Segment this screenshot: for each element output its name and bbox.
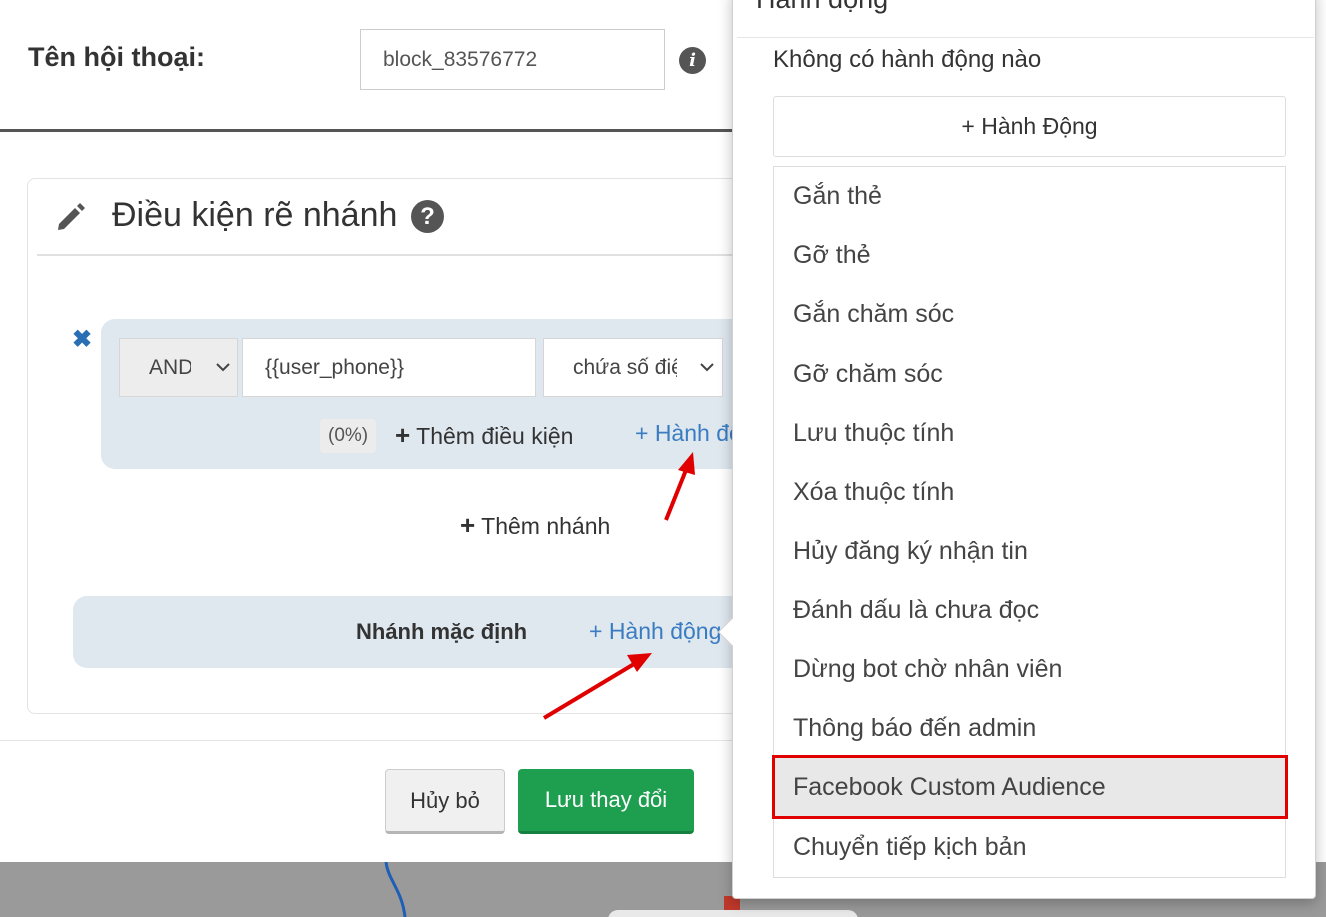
popover-title-divider [737,37,1314,38]
no-actions-text: Không có hành động nào [773,46,1042,73]
action-option-remove-tag[interactable]: Gỡ thẻ [774,226,1285,285]
action-option-remove-care[interactable]: Gỡ chăm sóc [774,345,1285,404]
action-option-delete-attribute[interactable]: Xóa thuộc tính [774,463,1285,522]
annotation-arrow [664,452,695,521]
action-option-facebook-custom-audience[interactable]: Facebook Custom Audience [774,758,1285,817]
action-option-notify-admin[interactable]: Thông báo đến admin [774,699,1285,758]
action-option-forward-script[interactable]: Chuyển tiếp kịch bản [774,818,1285,877]
action-option-mark-unread[interactable]: Đánh dấu là chưa đọc [774,581,1285,640]
popover-title: Hành động [756,0,888,15]
action-option-add-care[interactable]: Gắn chăm sóc [774,285,1285,344]
annotation-arrow [542,653,652,720]
add-action-button[interactable]: + Hành Động [773,96,1286,157]
action-option-pause-bot[interactable]: Dừng bot chờ nhân viên [774,640,1285,699]
action-option-save-attribute[interactable]: Lưu thuộc tính [774,404,1285,463]
action-option-add-tag[interactable]: Gắn thẻ [774,167,1285,226]
action-option-unsubscribe[interactable]: Hủy đăng ký nhận tin [774,522,1285,581]
